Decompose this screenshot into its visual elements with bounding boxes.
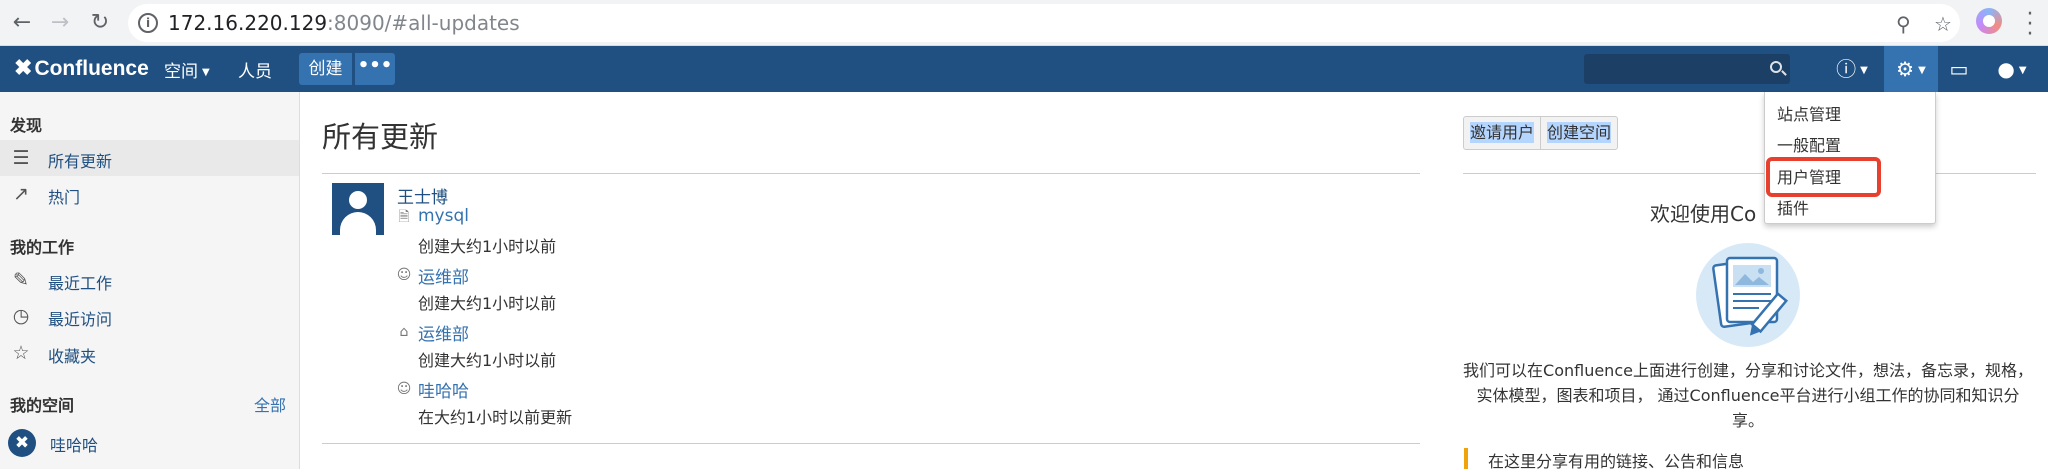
sidebar-heading-my-work: 我的工作: [10, 238, 75, 257]
forward-icon[interactable]: →: [46, 9, 74, 37]
update-meta: 创建大约1小时以前: [418, 237, 557, 256]
sidebar-item-label: 哇哈哈: [50, 436, 99, 455]
feed-divider: [322, 443, 1420, 444]
update-link[interactable]: 哇哈哈: [418, 377, 469, 402]
create-button[interactable]: 创建: [299, 53, 352, 85]
sidebar-heading-my-spaces: 我的空间: [10, 396, 75, 415]
browser-menu-icon[interactable]: · · ·: [2018, 4, 2042, 46]
tip-text: 在这里分享有用的链接、公告和信息: [1488, 452, 1745, 471]
sidebar-item-label: 热门: [48, 188, 81, 207]
browser-toolbar: ← → ↻ i 172.16.220.129:8090/#all-updates…: [0, 0, 2048, 46]
confluence-logo-icon: ✖: [14, 55, 33, 80]
trending-icon: ↗: [13, 183, 29, 205]
edit-icon: ✎: [13, 269, 29, 291]
menu-item-plugins[interactable]: 插件: [1777, 195, 1809, 219]
search-input[interactable]: [1584, 54, 1790, 84]
menu-item-general-config[interactable]: 一般配置: [1777, 132, 1841, 156]
nav-spaces[interactable]: 空间 ▼: [164, 57, 210, 82]
right-divider: [1463, 173, 2036, 174]
page-icon: 🗎: [398, 209, 410, 225]
sidebar: 发现 ☰ 所有更新 ↗ 热门 我的工作 ✎ 最近工作 ◷ 最近访问 ☆ 收藏夹 …: [0, 92, 300, 469]
sidebar-item-recent-work[interactable]: ✎ 最近工作: [0, 262, 299, 298]
address-bar[interactable]: i 172.16.220.129:8090/#all-updates ⚲ ☆: [128, 4, 1960, 42]
welcome-title: 欢迎使用Co: [1650, 202, 1757, 226]
update-link[interactable]: 运维部: [418, 263, 469, 288]
space-icon: ☺: [396, 381, 412, 397]
update-meta: 创建大约1小时以前: [418, 351, 557, 370]
invite-users-button[interactable]: 邀请用户: [1464, 117, 1540, 149]
extension-icon[interactable]: [1976, 8, 2002, 34]
reload-icon[interactable]: ↻: [86, 9, 114, 37]
update-meta: 在大约1小时以前更新: [418, 408, 573, 427]
sidebar-item-label: 最近工作: [48, 274, 113, 293]
welcome-description: 我们可以在Confluence上面进行创建，分享和讨论文件，想法，备忘录，规格，…: [1463, 361, 2033, 430]
update-link[interactable]: 运维部: [418, 320, 469, 345]
inbox-icon[interactable]: ▭: [1942, 46, 1976, 92]
sidebar-item-label: 收藏夹: [48, 347, 97, 366]
confluence-header: ✖Confluence 空间 ▼ 人员 创建 ••• ⓘ ▼ ⚙ ▼ ▭ ● ▼: [0, 46, 2048, 92]
url-text[interactable]: 172.16.220.129:8090/#all-updates: [168, 11, 520, 35]
update-meta: 创建大约1小时以前: [418, 294, 557, 313]
title-divider: [322, 173, 1420, 174]
confluence-logo[interactable]: ✖Confluence: [14, 55, 149, 81]
list-icon: ☰: [12, 147, 30, 169]
sidebar-item-all-updates[interactable]: ☰ 所有更新: [0, 140, 299, 176]
user-avatar-icon[interactable]: ● ▼: [1988, 46, 2036, 92]
all-spaces-link[interactable]: 全部: [254, 392, 286, 416]
star-icon: ☆: [12, 342, 30, 364]
site-info-icon[interactable]: i: [138, 13, 158, 33]
chevron-down-icon: ▼: [202, 66, 210, 78]
zoom-icon[interactable]: ⚲: [1896, 12, 1911, 36]
sidebar-item-label: 最近访问: [48, 310, 113, 329]
sidebar-item-popular[interactable]: ↗ 热门: [0, 176, 299, 212]
page-title: 所有更新: [322, 120, 439, 154]
space-avatar: ✖: [8, 429, 36, 457]
space-icon: ☺: [396, 267, 412, 283]
menu-item-site-admin[interactable]: 站点管理: [1777, 101, 1841, 125]
sidebar-item-recently-visited[interactable]: ◷ 最近访问: [0, 298, 299, 334]
home-page-icon: ⌂: [399, 324, 409, 340]
author-link[interactable]: 王士博: [397, 183, 448, 208]
bookmark-star-icon[interactable]: ☆: [1934, 12, 1952, 36]
sidebar-heading-discover: 发现: [10, 116, 43, 135]
gear-icon[interactable]: ⚙ ▼: [1884, 46, 1938, 92]
create-space-button[interactable]: 创建空间: [1540, 117, 1617, 149]
update-link[interactable]: mysql: [418, 206, 469, 226]
search-icon: [1770, 61, 1782, 73]
create-more-button[interactable]: •••: [355, 53, 395, 85]
sidebar-item-label: 所有更新: [48, 152, 113, 171]
tip-accent-bar: [1464, 448, 1468, 469]
help-icon[interactable]: ⓘ ▼: [1832, 46, 1872, 92]
highlight-annotation: [1766, 157, 1881, 197]
back-icon[interactable]: ←: [8, 9, 36, 37]
avatar[interactable]: [332, 183, 384, 235]
sidebar-item-saved[interactable]: ☆ 收藏夹: [0, 335, 299, 371]
sidebar-item-space[interactable]: ✖ 哇哈哈: [0, 424, 299, 460]
action-button-group: 邀请用户 创建空间: [1463, 116, 1619, 150]
clock-icon: ◷: [12, 305, 30, 327]
nav-people[interactable]: 人员: [238, 57, 272, 82]
welcome-illustration: [1696, 243, 1800, 347]
